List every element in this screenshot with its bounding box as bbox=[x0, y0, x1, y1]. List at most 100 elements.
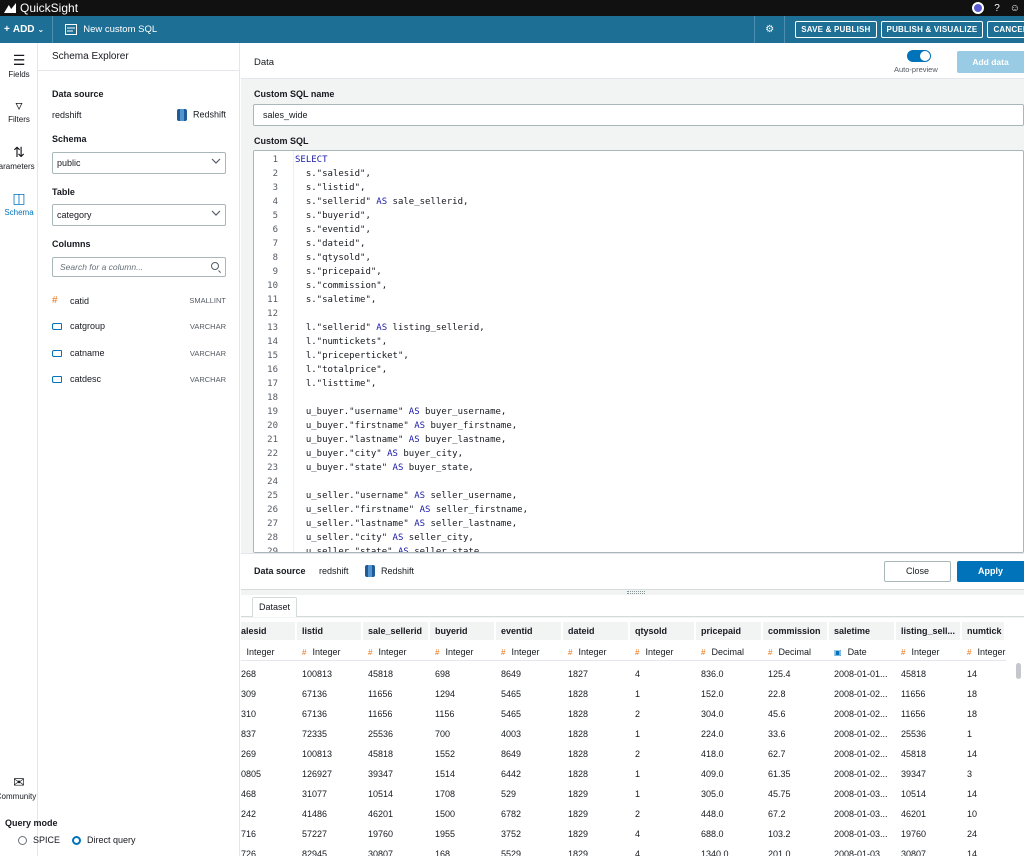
column-type-cell[interactable]: #Integer bbox=[630, 643, 696, 661]
publish-visualize-button[interactable]: PUBLISH & VISUALIZE bbox=[880, 21, 984, 38]
code-line[interactable]: 23 u_buyer."state" AS buyer_state, bbox=[254, 461, 474, 475]
column-type-cell[interactable]: #Integer bbox=[363, 643, 430, 661]
schema-select[interactable]: public bbox=[52, 152, 226, 174]
code-line[interactable]: 18 bbox=[254, 391, 278, 405]
code-line[interactable]: 10 s."commission", bbox=[254, 279, 387, 293]
grid-cell: 8268 bbox=[241, 669, 257, 679]
column-item[interactable]: # catid SMALLINT bbox=[52, 295, 226, 306]
rail-item-fields[interactable]: ☰ Fields bbox=[0, 53, 38, 79]
code-line[interactable]: 5 s."buyerid", bbox=[254, 209, 371, 223]
spice-radio[interactable]: SPICE bbox=[18, 835, 60, 845]
column-type-cell[interactable]: #Integer bbox=[563, 643, 630, 661]
rail-item-parameters[interactable]: ⇅ Parameters bbox=[0, 145, 38, 171]
tag-icon bbox=[52, 375, 62, 383]
code-line[interactable]: 22 u_buyer."city" AS buyer_city, bbox=[254, 447, 463, 461]
code-line[interactable]: 9 s."pricepaid", bbox=[254, 265, 382, 279]
new-custom-sql-button[interactable]: New custom SQL bbox=[53, 24, 157, 35]
column-type-cell[interactable]: #Integer bbox=[496, 643, 563, 661]
settings-icon[interactable]: ⚙ bbox=[765, 24, 774, 35]
column-type-cell[interactable]: #Integer bbox=[430, 643, 496, 661]
column-type-cell[interactable]: #Integer bbox=[297, 643, 363, 661]
column-name: catgroup bbox=[70, 321, 106, 331]
column-item[interactable]: catname VARCHAR bbox=[52, 348, 226, 358]
rail-item-filters[interactable]: ▿ Filters bbox=[0, 98, 38, 124]
line-number: 29 bbox=[267, 547, 278, 553]
code-line[interactable]: 24 bbox=[254, 475, 278, 489]
code-line[interactable]: 11 s."saletime", bbox=[254, 293, 376, 307]
column-header[interactable]: saletime bbox=[829, 622, 896, 640]
apply-button[interactable]: Apply bbox=[957, 561, 1024, 582]
code-line[interactable]: 19 u_buyer."username" AS buyer_username, bbox=[254, 405, 506, 419]
code-line[interactable]: 15 l."priceperticket", bbox=[254, 349, 409, 363]
auto-preview-toggle[interactable] bbox=[907, 50, 931, 62]
column-item[interactable]: catdesc VARCHAR bbox=[52, 374, 226, 384]
sql-keyword: AS bbox=[376, 197, 388, 207]
column-type-cell[interactable]: # Decimal bbox=[696, 643, 763, 661]
code-line[interactable]: 8 s."qtysold", bbox=[254, 251, 371, 265]
column-header[interactable]: commission bbox=[763, 622, 829, 640]
grid-cell: 305.0 bbox=[701, 789, 724, 799]
column-header[interactable]: pricepaid bbox=[696, 622, 763, 640]
code-line[interactable]: 16 l."totalprice", bbox=[254, 363, 387, 377]
app-logo[interactable]: QuickSight bbox=[0, 1, 78, 15]
column-header[interactable]: listid bbox=[297, 622, 363, 640]
code-line[interactable]: 17 l."listtime", bbox=[254, 377, 376, 391]
direct-query-label: Direct query bbox=[87, 835, 136, 845]
column-type-cell[interactable]: #Integer bbox=[962, 643, 1006, 661]
code-line[interactable]: 2 s."salesid", bbox=[254, 167, 371, 181]
code-line[interactable]: 4 s."sellerid" AS sale_sellerid, bbox=[254, 195, 469, 209]
code-line[interactable]: 7 s."dateid", bbox=[254, 237, 366, 251]
vertical-scrollbar[interactable] bbox=[1016, 663, 1021, 679]
rail-item-schema[interactable]: ◫ Schema bbox=[0, 191, 38, 217]
cancel-button[interactable]: CANCEL bbox=[987, 21, 1024, 38]
user-icon[interactable]: ☺ bbox=[1010, 3, 1020, 14]
grid-cell: 2008-01-03... bbox=[834, 809, 888, 819]
help-icon[interactable]: ? bbox=[994, 3, 1000, 14]
column-header[interactable]: qtysold bbox=[630, 622, 696, 640]
column-item[interactable]: catgroup VARCHAR bbox=[52, 321, 226, 331]
code-line[interactable]: 25 u_seller."username" AS seller_usernam… bbox=[254, 489, 517, 503]
code-line[interactable]: 26 u_seller."firstname" AS seller_firstn… bbox=[254, 503, 528, 517]
column-header[interactable]: dateid bbox=[563, 622, 630, 640]
code-line[interactable]: 29 u_seller."state" AS seller_state, bbox=[254, 545, 485, 553]
code-line[interactable]: 12 bbox=[254, 307, 278, 321]
column-type-cell[interactable]: #Integer bbox=[241, 643, 297, 661]
column-header[interactable]: sale_sellerid bbox=[363, 622, 430, 640]
column-search-input[interactable]: Search for a column... bbox=[52, 257, 226, 277]
code-line[interactable]: 13 l."sellerid" AS listing_sellerid, bbox=[254, 321, 485, 335]
column-type-cell[interactable]: # Decimal bbox=[763, 643, 829, 661]
column-header[interactable]: salesid bbox=[241, 622, 297, 640]
column-type-cell[interactable]: #Integer bbox=[896, 643, 962, 661]
table-select[interactable]: category bbox=[52, 204, 226, 226]
grid-cell: 1552 bbox=[435, 749, 456, 759]
direct-query-radio[interactable]: Direct query bbox=[72, 835, 136, 845]
column-header[interactable]: eventid bbox=[496, 622, 563, 640]
code-text: u_buyer."username" AS buyer_username, bbox=[295, 405, 507, 419]
code-text: u_seller."username" AS seller_username, bbox=[295, 489, 517, 503]
code-line[interactable]: 28 u_seller."city" AS seller_city, bbox=[254, 531, 474, 545]
grid-cell: 11656 bbox=[901, 689, 926, 699]
code-line[interactable]: 27 u_seller."lastname" AS seller_lastnam… bbox=[254, 517, 517, 531]
tab-dataset[interactable]: Dataset bbox=[252, 597, 298, 617]
column-header[interactable]: buyerid bbox=[430, 622, 496, 640]
column-type-cell[interactable]: ▣ Date bbox=[829, 643, 896, 661]
custom-sql-name-input[interactable]: sales_wide bbox=[253, 104, 1024, 126]
grid-cell: 11656 bbox=[368, 689, 393, 699]
rail-item-community[interactable]: ✉ Community bbox=[0, 775, 38, 801]
add-button[interactable]: + ADD ⌄ bbox=[0, 16, 54, 43]
save-publish-button[interactable]: SAVE & PUBLISH bbox=[795, 21, 877, 38]
grid-cell: 10 bbox=[967, 809, 978, 819]
add-data-button[interactable]: Add data bbox=[957, 51, 1024, 73]
code-line[interactable]: 1 SELECT bbox=[254, 153, 328, 167]
close-button[interactable]: Close bbox=[884, 561, 951, 582]
data-source-bar: Data source redshift Redshift Close Appl… bbox=[241, 553, 1024, 589]
code-line[interactable]: 3 s."listid", bbox=[254, 181, 366, 195]
notification-icon[interactable] bbox=[972, 2, 985, 14]
column-header[interactable]: numtick bbox=[962, 622, 1006, 640]
code-line[interactable]: 14 l."numtickets", bbox=[254, 335, 387, 349]
sql-editor[interactable]: 1 SELECT 2 s."salesid", 3 s."listid", 4 s."s… bbox=[253, 150, 1024, 553]
column-header[interactable]: listing_sell... bbox=[896, 622, 962, 640]
code-line[interactable]: 21 u_buyer."lastname" AS buyer_lastname, bbox=[254, 433, 506, 447]
code-line[interactable]: 6 s."eventid", bbox=[254, 223, 371, 237]
code-line[interactable]: 20 u_buyer."firstname" AS buyer_firstnam… bbox=[254, 419, 517, 433]
